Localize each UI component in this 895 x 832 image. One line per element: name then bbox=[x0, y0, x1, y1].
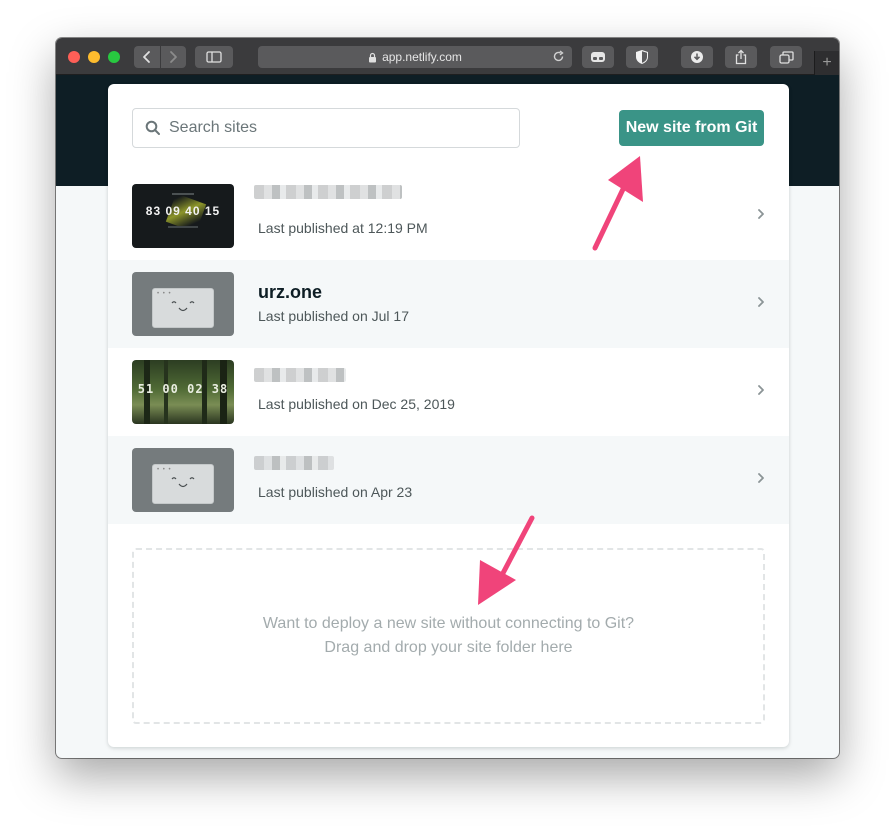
sidebar-toggle-button[interactable] bbox=[195, 46, 233, 68]
back-icon bbox=[143, 51, 150, 63]
chevron-right-icon bbox=[757, 472, 765, 484]
browser-toolbar: app.netlify.com + bbox=[56, 38, 839, 75]
privacy-extension-button[interactable] bbox=[626, 46, 658, 68]
thumbnail-countdown: 83 09 40 15 bbox=[145, 204, 221, 218]
zoom-window-button[interactable] bbox=[108, 51, 120, 63]
shield-icon bbox=[636, 50, 648, 64]
site-thumbnail: 83 09 40 15 bbox=[132, 184, 234, 248]
search-input[interactable] bbox=[169, 119, 509, 137]
browser-window: app.netlify.com + New site bbox=[56, 38, 839, 758]
site-name-redacted bbox=[254, 368, 346, 382]
site-list: 83 09 40 15 Last published at 12:19 PM •… bbox=[108, 172, 789, 524]
site-name[interactable]: urz.one bbox=[258, 282, 322, 303]
site-thumbnail: 51 00 02 38 bbox=[132, 360, 234, 424]
site-name-redacted bbox=[254, 185, 402, 199]
share-icon bbox=[735, 49, 747, 65]
sites-panel: New site from Git 83 09 40 15 Last publi… bbox=[108, 84, 789, 747]
lock-icon bbox=[368, 52, 377, 63]
annotation-arrow-dropzone-icon bbox=[478, 515, 535, 605]
tabs-icon bbox=[778, 50, 794, 64]
site-row[interactable]: • • • urz.one Last published on Jul 17 bbox=[108, 260, 789, 348]
site-row[interactable]: 83 09 40 15 Last published at 12:19 PM bbox=[108, 172, 789, 260]
site-publish-status: Last published on Dec 25, 2019 bbox=[258, 396, 455, 412]
back-button[interactable] bbox=[135, 46, 160, 68]
thumbnail-countdown: 51 00 02 38 bbox=[137, 382, 229, 396]
share-button[interactable] bbox=[725, 46, 757, 68]
chevron-right-icon bbox=[757, 384, 765, 396]
site-publish-status: Last published at 12:19 PM bbox=[258, 220, 428, 236]
drag-and-drop-zone[interactable]: Want to deploy a new site without connec… bbox=[132, 548, 765, 724]
search-icon bbox=[145, 120, 161, 136]
site-publish-status: Last published on Apr 23 bbox=[258, 484, 413, 500]
extension-button[interactable] bbox=[582, 46, 614, 68]
site-name-redacted bbox=[254, 456, 334, 470]
annotation-arrow-git-icon bbox=[592, 156, 643, 251]
extension-icon bbox=[591, 52, 605, 62]
site-publish-status: Last published on Jul 17 bbox=[258, 308, 409, 324]
new-site-from-git-button[interactable]: New site from Git bbox=[619, 110, 764, 146]
site-thumbnail: • • • bbox=[132, 448, 234, 512]
minimize-window-button[interactable] bbox=[88, 51, 100, 63]
dropzone-instruction: Drag and drop your site folder here bbox=[324, 639, 573, 656]
chevron-right-icon bbox=[757, 208, 765, 220]
forward-icon bbox=[170, 51, 177, 63]
reload-icon[interactable] bbox=[552, 50, 565, 63]
site-row[interactable]: 51 00 02 38 Last published on Dec 25, 20… bbox=[108, 348, 789, 436]
close-window-button[interactable] bbox=[68, 51, 80, 63]
sidebar-icon bbox=[206, 51, 222, 63]
download-icon bbox=[691, 51, 703, 63]
dropzone-prompt: Want to deploy a new site without connec… bbox=[262, 615, 635, 632]
navigation-buttons bbox=[134, 46, 186, 68]
site-row[interactable]: • • • Last published on Apr 23 bbox=[108, 436, 789, 524]
site-thumbnail: • • • bbox=[132, 272, 234, 336]
forward-button[interactable] bbox=[161, 46, 186, 68]
downloads-button[interactable] bbox=[681, 46, 713, 68]
search-field bbox=[132, 108, 520, 148]
new-tab-button[interactable]: + bbox=[814, 51, 839, 75]
show-tabs-button[interactable] bbox=[770, 46, 802, 68]
address-text: app.netlify.com bbox=[382, 50, 462, 64]
address-bar[interactable]: app.netlify.com bbox=[258, 46, 572, 68]
placeholder-face-icon: • • • bbox=[152, 288, 214, 328]
placeholder-face-icon: • • • bbox=[152, 464, 214, 504]
chevron-right-icon bbox=[757, 296, 765, 308]
